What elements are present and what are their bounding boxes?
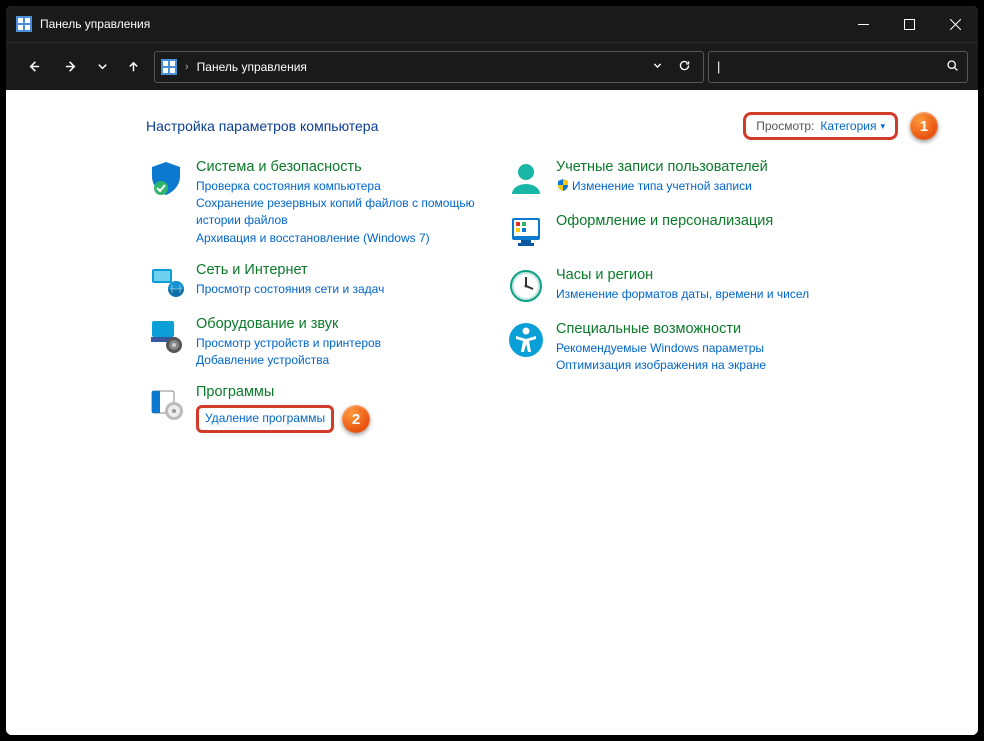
nav-forward-button[interactable]	[54, 50, 88, 84]
appearance-link[interactable]: Оформление и персонализация	[556, 213, 773, 229]
search-box[interactable]: |	[708, 51, 968, 83]
accessibility-icon	[506, 320, 546, 360]
category-network: Сеть и Интернет Просмотр состояния сети …	[146, 261, 486, 301]
category-programs: Программы Удаление программы 2	[146, 383, 486, 433]
app-icon	[16, 16, 32, 32]
nav-back-button[interactable]	[16, 50, 50, 84]
nav-recent-button[interactable]	[92, 50, 112, 84]
uninstall-program-link[interactable]: Удаление программы	[205, 411, 325, 425]
system-security-link[interactable]: Система и безопасность	[196, 159, 362, 175]
category-accessibility: Специальные возможности Рекомендуемые Wi…	[506, 320, 846, 374]
recommended-settings-link[interactable]: Рекомендуемые Windows параметры	[556, 340, 766, 357]
search-icon	[946, 59, 959, 75]
maximize-button[interactable]	[886, 6, 932, 42]
category-appearance: Оформление и персонализация	[506, 212, 846, 252]
hardware-sound-link[interactable]: Оборудование и звук	[196, 316, 338, 332]
chevron-right-icon: ›	[183, 61, 191, 73]
hardware-icon	[146, 315, 186, 355]
user-icon	[506, 158, 546, 198]
category-clock-region: Часы и регион Изменение форматов даты, в…	[506, 266, 846, 306]
shield-icon	[146, 158, 186, 198]
category-hardware: Оборудование и звук Просмотр устройств и…	[146, 315, 486, 369]
page-title: Настройка параметров компьютера	[146, 118, 378, 134]
content-area: Настройка параметров компьютера Просмотр…	[6, 90, 978, 735]
refresh-button[interactable]	[678, 59, 691, 75]
address-bar[interactable]: › Панель управления	[154, 51, 704, 83]
view-by-selector[interactable]: Просмотр: Категория ▾	[743, 112, 898, 140]
control-panel-window: Панель управления › Панель	[6, 6, 978, 735]
titlebar: Панель управления	[6, 6, 978, 42]
accessibility-link[interactable]: Специальные возможности	[556, 321, 741, 337]
dropdown-triangle-icon: ▾	[880, 121, 885, 132]
right-column: Учетные записи пользователей Изменение т…	[506, 158, 846, 447]
backup-restore-link[interactable]: Архивация и восстановление (Windows 7)	[196, 230, 486, 247]
close-button[interactable]	[932, 6, 978, 42]
nav-up-button[interactable]	[116, 50, 150, 84]
search-cursor: |	[717, 59, 720, 74]
annotation-callout-1: 1	[910, 112, 938, 140]
programs-icon	[146, 383, 186, 423]
file-history-link[interactable]: Сохранение резервных копий файлов с помо…	[196, 195, 486, 230]
clock-region-link[interactable]: Часы и регион	[556, 267, 653, 283]
chevron-down-icon[interactable]	[651, 59, 664, 75]
check-status-link[interactable]: Проверка состояния компьютера	[196, 178, 486, 195]
network-icon	[146, 261, 186, 301]
minimize-button[interactable]	[840, 6, 886, 42]
addressbar-icon	[161, 59, 177, 75]
add-device-link[interactable]: Добавление устройства	[196, 352, 381, 369]
view-by-label: Просмотр:	[756, 119, 814, 133]
category-system-security: Система и безопасность Проверка состояни…	[146, 158, 486, 247]
clock-icon	[506, 266, 546, 306]
appearance-icon	[506, 212, 546, 252]
view-devices-link[interactable]: Просмотр устройств и принтеров	[196, 335, 381, 352]
navbar: › Панель управления |	[6, 42, 978, 90]
uac-shield-icon	[556, 178, 570, 192]
user-accounts-link[interactable]: Учетные записи пользователей	[556, 159, 768, 175]
optimize-display-link[interactable]: Оптимизация изображения на экране	[556, 357, 766, 374]
network-internet-link[interactable]: Сеть и Интернет	[196, 262, 308, 278]
annotation-callout-2: 2	[342, 405, 370, 433]
change-account-type-link[interactable]: Изменение типа учетной записи	[556, 178, 768, 195]
network-status-link[interactable]: Просмотр состояния сети и задач	[196, 281, 384, 298]
window-title: Панель управления	[40, 17, 150, 31]
programs-link[interactable]: Программы	[196, 384, 274, 400]
addressbar-path: Панель управления	[197, 60, 645, 74]
category-user-accounts: Учетные записи пользователей Изменение т…	[506, 158, 846, 198]
view-by-value: Категория	[820, 119, 876, 133]
date-time-formats-link[interactable]: Изменение форматов даты, времени и чисел	[556, 286, 809, 303]
left-column: Система и безопасность Проверка состояни…	[146, 158, 486, 447]
